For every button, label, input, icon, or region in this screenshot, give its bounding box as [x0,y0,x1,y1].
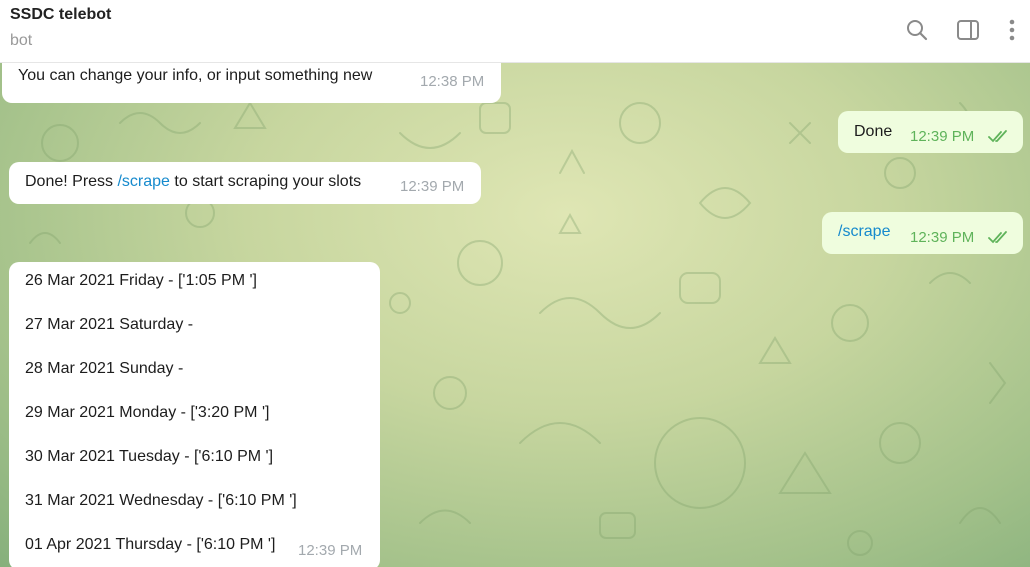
chat-header: SSDC telebot bot [0,0,1030,63]
message-text-after: to start scraping your slots [169,173,362,190]
slot-line: 01 Apr 2021 Thursday - ['6:10 PM '] [25,536,276,553]
slot-line: 27 Mar 2021 Saturday - [25,316,194,333]
message-time: 12:39 PM [400,178,465,195]
message-text-before: Done! Press [25,173,118,190]
message-time: 12:39 PM [910,128,975,145]
message-text: You can change your info, or input somet… [18,67,373,84]
message-text: Done! Press /scrape to start scraping yo… [25,173,361,191]
message-outgoing[interactable]: /scrape 12:39 PM [822,212,1023,254]
message-time: 12:38 PM [420,73,485,90]
slot-line: 28 Mar 2021 Sunday - [25,360,184,377]
scrape-command-link[interactable]: /scrape [117,173,169,190]
message-incoming[interactable]: Done! Press /scrape to start scraping yo… [9,162,481,204]
message-incoming[interactable]: You can change your info, or input somet… [2,63,501,103]
chat-area[interactable]: You can change your info, or input somet… [0,63,1030,567]
read-checkmarks-icon [988,231,1007,244]
message-time: 12:39 PM [298,542,363,559]
slot-line: 26 Mar 2021 Friday - ['1:05 PM '] [25,272,257,289]
slot-line: 30 Mar 2021 Tuesday - ['6:10 PM '] [25,448,274,465]
more-vertical-icon[interactable] [1000,18,1024,42]
message-text: Done [854,123,893,140]
sidebar-toggle-icon[interactable] [956,18,980,42]
slot-line: 29 Mar 2021 Monday - ['3:20 PM '] [25,404,270,421]
message-time: 12:39 PM [910,229,975,246]
chat-title[interactable]: SSDC telebot [10,6,111,24]
slot-line: 31 Mar 2021 Wednesday - ['6:10 PM '] [25,492,297,509]
read-checkmarks-icon [988,130,1007,143]
message-outgoing[interactable]: Done 12:39 PM [838,111,1023,153]
chat-subtitle: bot [10,32,33,49]
message-incoming-slots[interactable]: 26 Mar 2021 Friday - ['1:05 PM '] 27 Mar… [9,262,380,567]
search-icon[interactable] [905,18,929,42]
scrape-command-link[interactable]: /scrape [838,223,890,241]
